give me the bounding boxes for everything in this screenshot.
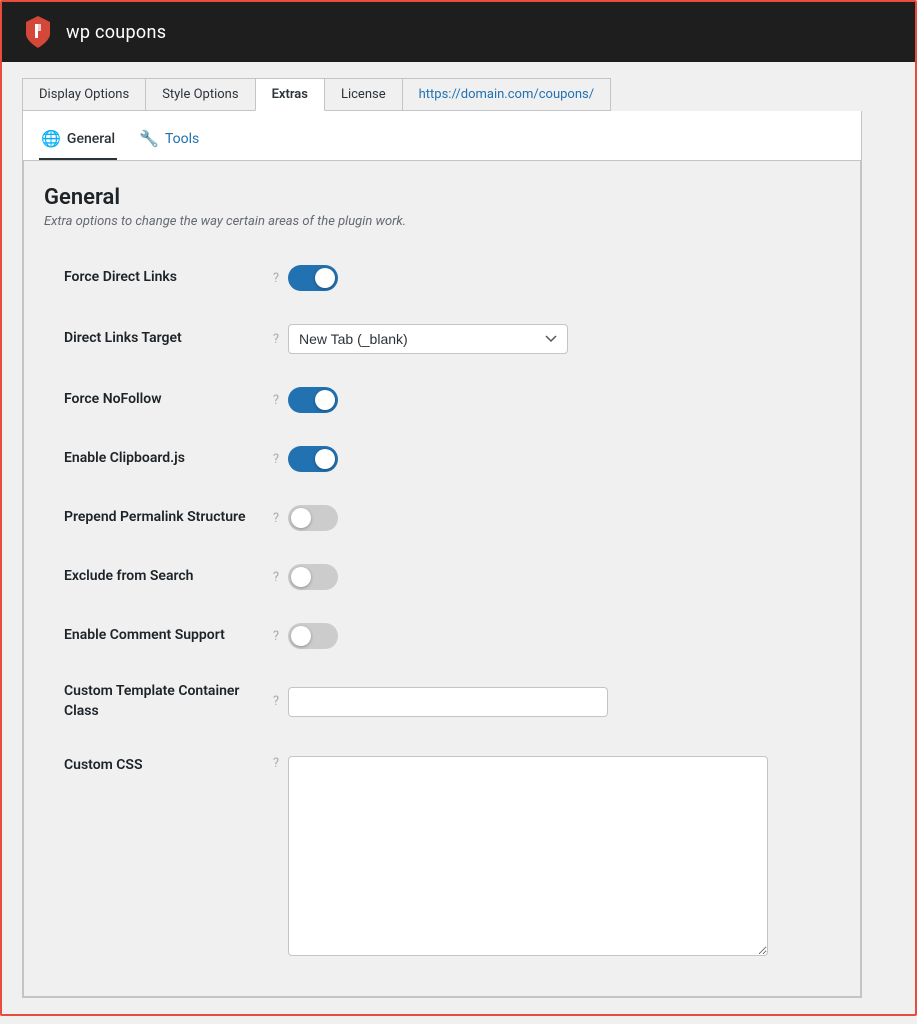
control-enable-clipboard (288, 446, 820, 472)
sub-tab-general-label: General (67, 131, 115, 147)
tabs-nav: Display Options Style Options Extras Lic… (22, 78, 862, 111)
setting-force-nofollow: Force NoFollow ? (44, 371, 840, 430)
tools-icon: 🔧 (139, 129, 159, 148)
section-title: General (44, 185, 840, 210)
app-header: wp coupons (2, 2, 915, 62)
setting-custom-css: Custom CSS ? (44, 738, 840, 972)
toggle-enable-clipboard-slider (288, 446, 338, 472)
general-icon: 🌐 (41, 129, 61, 148)
toggle-enable-comment-support-slider (288, 623, 338, 649)
toggle-enable-comment-support[interactable] (288, 623, 338, 649)
control-direct-links-target: New Tab (_blank) Same Tab (_self) (288, 324, 820, 354)
tabs-content: 🌐 General 🔧 Tools General Extra options … (22, 111, 862, 998)
control-exclude-from-search (288, 564, 820, 590)
toggle-force-nofollow-slider (288, 387, 338, 413)
control-custom-css (288, 756, 820, 956)
tab-license[interactable]: License (324, 78, 403, 111)
label-custom-css: Custom CSS (64, 756, 264, 776)
label-force-direct-links: Force Direct Links (64, 268, 264, 288)
app-title: wp coupons (66, 22, 166, 43)
setting-direct-links-target: Direct Links Target ? New Tab (_blank) S… (44, 308, 840, 371)
setting-prepend-permalink: Prepend Permalink Structure ? (44, 489, 840, 548)
sub-tabs: 🌐 General 🔧 Tools (23, 111, 861, 161)
tab-display-options[interactable]: Display Options (22, 78, 146, 111)
toggle-exclude-from-search-slider (288, 564, 338, 590)
toggle-force-direct-links[interactable] (288, 265, 338, 291)
tab-domain-link[interactable]: https://domain.com/coupons/ (402, 78, 611, 111)
help-enable-comment-support[interactable]: ? (264, 629, 288, 644)
help-custom-css[interactable]: ? (264, 756, 288, 771)
sub-tab-general[interactable]: 🌐 General (39, 123, 117, 160)
label-force-nofollow: Force NoFollow (64, 390, 264, 410)
content-area: General Extra options to change the way … (23, 161, 861, 997)
setting-custom-template-class: Custom Template Container Class ? (44, 666, 840, 738)
help-enable-clipboard[interactable]: ? (264, 452, 288, 467)
sub-tab-tools-label: Tools (165, 131, 199, 147)
control-enable-comment-support (288, 623, 820, 649)
label-enable-clipboard: Enable Clipboard.js (64, 449, 264, 469)
label-direct-links-target: Direct Links Target (64, 329, 264, 349)
select-direct-links-target[interactable]: New Tab (_blank) Same Tab (_self) (288, 324, 568, 354)
setting-force-direct-links: Force Direct Links ? (44, 249, 840, 308)
label-prepend-permalink: Prepend Permalink Structure (64, 508, 264, 528)
label-custom-template-class: Custom Template Container Class (64, 682, 264, 721)
tab-extras[interactable]: Extras (255, 78, 325, 111)
help-exclude-from-search[interactable]: ? (264, 570, 288, 585)
toggle-force-nofollow[interactable] (288, 387, 338, 413)
toggle-prepend-permalink[interactable] (288, 505, 338, 531)
control-custom-template-class (288, 687, 820, 717)
section-description: Extra options to change the way certain … (44, 214, 840, 229)
input-custom-template-class[interactable] (288, 687, 608, 717)
page-wrapper: Display Options Style Options Extras Lic… (2, 62, 882, 1014)
setting-enable-comment-support: Enable Comment Support ? (44, 607, 840, 666)
toggle-enable-clipboard[interactable] (288, 446, 338, 472)
control-force-nofollow (288, 387, 820, 413)
label-enable-comment-support: Enable Comment Support (64, 626, 264, 646)
label-exclude-from-search: Exclude from Search (64, 567, 264, 587)
toggle-force-direct-links-slider (288, 265, 338, 291)
control-force-direct-links (288, 265, 820, 291)
app-logo-icon (22, 14, 54, 50)
help-prepend-permalink[interactable]: ? (264, 511, 288, 526)
toggle-prepend-permalink-slider (288, 505, 338, 531)
textarea-custom-css[interactable] (288, 756, 768, 956)
help-force-direct-links[interactable]: ? (264, 271, 288, 286)
toggle-exclude-from-search[interactable] (288, 564, 338, 590)
control-prepend-permalink (288, 505, 820, 531)
help-force-nofollow[interactable]: ? (264, 393, 288, 408)
sub-tab-tools[interactable]: 🔧 Tools (137, 123, 201, 160)
help-direct-links-target[interactable]: ? (264, 332, 288, 347)
help-custom-template-class[interactable]: ? (264, 694, 288, 709)
tab-style-options[interactable]: Style Options (145, 78, 255, 111)
setting-exclude-from-search: Exclude from Search ? (44, 548, 840, 607)
setting-enable-clipboard: Enable Clipboard.js ? (44, 430, 840, 489)
